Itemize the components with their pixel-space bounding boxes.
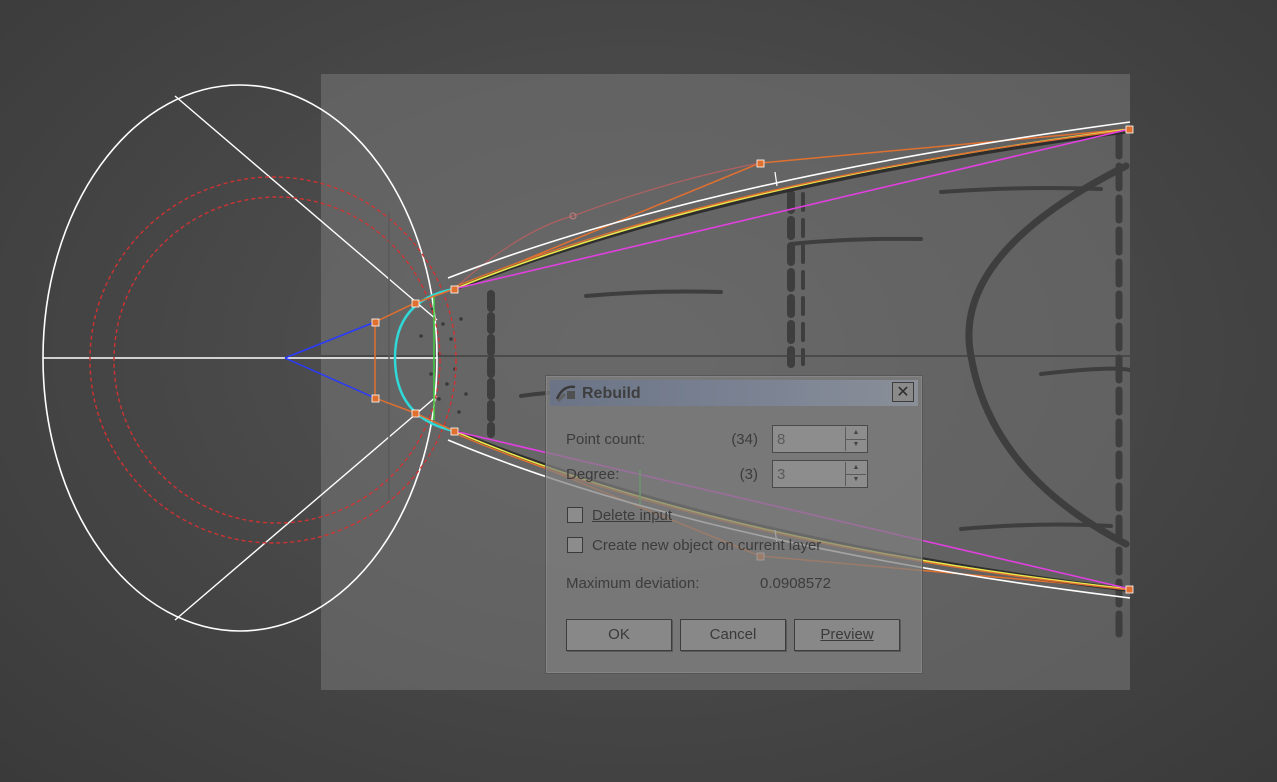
degree-label: Degree: [566,466,620,483]
point-count-down-icon[interactable]: ▼ [846,439,866,451]
viewport[interactable]: Rebuild ✕ Point count: (34) ▲ ▼ Degree: … [0,0,1277,782]
delete-input-label[interactable]: Delete input [592,507,672,524]
point-count-stepper[interactable]: ▲ ▼ [772,425,868,453]
cancel-button[interactable]: Cancel [680,619,786,651]
delete-input-checkbox[interactable] [567,507,583,523]
rebuild-icon [555,385,576,403]
close-button[interactable]: ✕ [892,382,914,402]
rebuild-dialog: Rebuild ✕ Point count: (34) ▲ ▼ Degree: … [545,375,923,674]
degree-down-icon[interactable]: ▼ [846,474,866,486]
dialog-title: Rebuild [582,385,641,402]
create-new-label[interactable]: Create new object on current layer [592,537,821,554]
degree-stepper[interactable]: ▲ ▼ [772,460,868,488]
ok-button[interactable]: OK [566,619,672,651]
preview-button[interactable]: Preview [794,619,900,651]
max-deviation-label: Maximum deviation: [566,575,700,592]
max-deviation-value: 0.0908572 [760,575,831,592]
degree-input[interactable] [775,463,847,485]
point-count-input[interactable] [775,428,847,450]
degree-original: (3) [739,466,758,483]
point-count-label: Point count: [566,431,646,448]
point-count-original: (34) [731,431,758,448]
dialog-titlebar[interactable]: Rebuild ✕ [550,380,918,406]
create-new-checkbox[interactable] [567,537,583,553]
